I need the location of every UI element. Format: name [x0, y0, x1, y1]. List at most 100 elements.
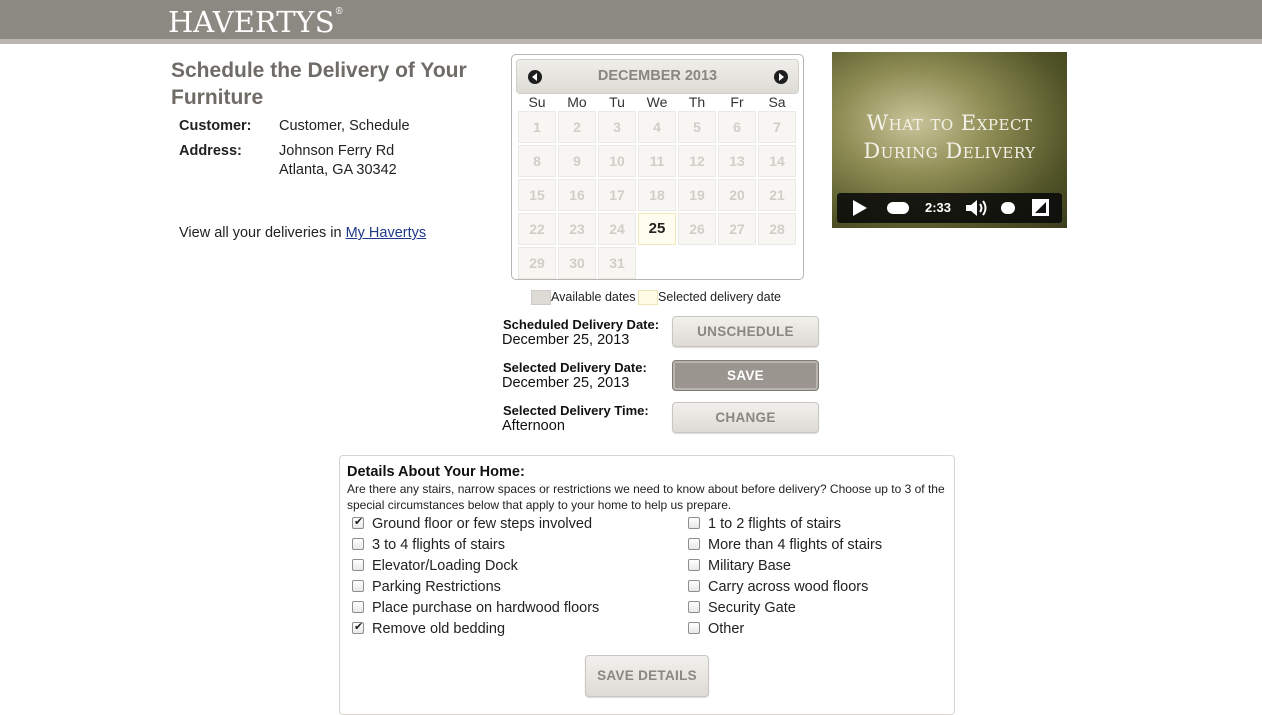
checkbox-label[interactable]: Place purchase on hardwood floors [372, 600, 599, 616]
calendar-day[interactable]: 2 [558, 111, 596, 143]
address-line1: Johnson Ferry Rd [279, 143, 395, 159]
calendar-day[interactable]: 14 [758, 145, 796, 177]
volume-icon[interactable] [965, 199, 991, 217]
site-header: HAVERTYS® [0, 0, 1262, 44]
calendar-day[interactable]: 9 [558, 145, 596, 177]
calendar-day[interactable]: 30 [558, 247, 596, 279]
calendar-day[interactable]: 11 [638, 145, 676, 177]
weekday-label: Mo [567, 94, 587, 110]
selected-date-value: December 25, 2013 [502, 375, 630, 391]
calendar-day[interactable]: 21 [758, 179, 796, 211]
checkbox[interactable] [688, 517, 700, 529]
legend-selected: Selected delivery date [658, 290, 781, 304]
weekday-label: Tu [609, 94, 625, 110]
save-details-button[interactable]: SAVE DETAILS [585, 655, 709, 697]
address-line2: Atlanta, GA 30342 [279, 162, 397, 178]
calendar-day[interactable]: 29 [518, 247, 556, 279]
calendar-day[interactable]: 12 [678, 145, 716, 177]
selected-swatch [638, 290, 658, 305]
checkbox-label[interactable]: Other [708, 621, 744, 637]
home-details-panel: Details About Your Home: Are there any s… [339, 455, 955, 715]
checkbox-label[interactable]: More than 4 flights of stairs [708, 537, 882, 553]
my-havertys-link[interactable]: My Havertys [346, 225, 427, 241]
calendar-day[interactable]: 16 [558, 179, 596, 211]
calendar-day[interactable]: 6 [718, 111, 756, 143]
calendar-day[interactable]: 31 [598, 247, 636, 279]
delivery-video[interactable]: What to Expect During Delivery 2:33 [832, 52, 1067, 228]
calendar-day[interactable]: 28 [758, 213, 796, 245]
video-title-line2: During Delivery [863, 139, 1036, 163]
selected-time-label: Selected Delivery Time: [503, 403, 649, 418]
calendar-day[interactable]: 10 [598, 145, 636, 177]
weekday-label: We [646, 94, 668, 110]
checkbox-label[interactable]: Security Gate [708, 600, 796, 616]
play-icon[interactable] [853, 200, 867, 216]
checkbox-label[interactable]: 3 to 4 flights of stairs [372, 537, 505, 553]
calendar-day-selected[interactable]: 25 [638, 213, 676, 245]
details-description: Are there any stairs, narrow spaces or r… [347, 482, 945, 512]
customer-label: Customer: [179, 118, 252, 134]
chevron-right-icon[interactable] [774, 70, 788, 84]
video-time: 2:33 [925, 200, 952, 215]
checkbox-label[interactable]: Remove old bedding [372, 621, 505, 637]
calendar-day[interactable]: 1 [518, 111, 556, 143]
checkbox[interactable] [352, 580, 364, 592]
checkbox-label[interactable]: Carry across wood floors [708, 579, 868, 595]
checkbox[interactable] [688, 538, 700, 550]
checkbox-label[interactable]: Military Base [708, 558, 791, 574]
video-controls: 2:33 [837, 193, 1062, 223]
checkbox[interactable] [688, 601, 700, 613]
calendar-day[interactable]: 26 [678, 213, 716, 245]
calendar-day[interactable]: 17 [598, 179, 636, 211]
checkbox[interactable] [688, 580, 700, 592]
checkbox-label[interactable]: Ground floor or few steps involved [372, 516, 592, 532]
calendar-day[interactable]: 18 [638, 179, 676, 211]
calendar-month: DECEMBER 2013 [597, 68, 718, 84]
checkbox-label[interactable]: Elevator/Loading Dock [372, 558, 518, 574]
checkbox[interactable] [352, 601, 364, 613]
checkbox[interactable] [352, 515, 364, 529]
selected-date-label: Selected Delivery Date: [503, 360, 647, 375]
progress-slider[interactable] [887, 202, 909, 214]
save-button[interactable]: SAVE [672, 360, 819, 391]
scheduled-date-value: December 25, 2013 [502, 332, 630, 348]
legend-available: Available dates [551, 290, 636, 304]
checkbox[interactable] [688, 622, 700, 634]
calendar-day[interactable]: 23 [558, 213, 596, 245]
calendar-day[interactable]: 3 [598, 111, 636, 143]
fullscreen-icon[interactable] [1032, 199, 1049, 216]
unschedule-button[interactable]: UNSCHEDULE [672, 316, 819, 347]
checkbox-label[interactable]: 1 to 2 flights of stairs [708, 516, 841, 532]
delivery-calendar: DECEMBER 2013 Su Mo Tu We Th Fr Sa 1 2 3 4 5 6 7 8 9 10… [511, 54, 804, 280]
weekday-label: Fr [730, 94, 744, 110]
calendar-day[interactable]: 5 [678, 111, 716, 143]
calendar-day[interactable]: 15 [518, 179, 556, 211]
calendar-day[interactable]: 24 [598, 213, 636, 245]
checkbox[interactable] [352, 538, 364, 550]
calendar-day[interactable]: 20 [718, 179, 756, 211]
checkbox[interactable] [352, 559, 364, 571]
weekday-label: Th [688, 94, 706, 110]
calendar-day[interactable]: 19 [678, 179, 716, 211]
details-title: Details About Your Home: [347, 464, 525, 480]
calendar-day[interactable]: 8 [518, 145, 556, 177]
page-title: Schedule the Delivery of Your Furniture [171, 59, 467, 109]
checkbox[interactable] [352, 620, 364, 634]
weekday-label: Su [528, 94, 546, 110]
calendar-day[interactable]: 27 [718, 213, 756, 245]
calendar-header: DECEMBER 2013 [516, 59, 799, 94]
scheduled-date-label: Scheduled Delivery Date: [503, 317, 660, 332]
available-swatch [531, 290, 551, 305]
calendar-day[interactable]: 22 [518, 213, 556, 245]
video-title-line1: What to Expect [866, 111, 1033, 135]
checkbox-label[interactable]: Parking Restrictions [372, 579, 501, 595]
calendar-day[interactable]: 4 [638, 111, 676, 143]
calendar-day[interactable]: 13 [718, 145, 756, 177]
change-button[interactable]: CHANGE [672, 402, 819, 433]
weekday-label: Sa [768, 94, 786, 110]
volume-slider[interactable] [1001, 202, 1015, 214]
checkbox[interactable] [688, 559, 700, 571]
calendar-day[interactable]: 7 [758, 111, 796, 143]
video-title: What to Expect During Delivery [832, 109, 1067, 165]
havertys-logo[interactable]: HAVERTYS® [168, 5, 344, 39]
